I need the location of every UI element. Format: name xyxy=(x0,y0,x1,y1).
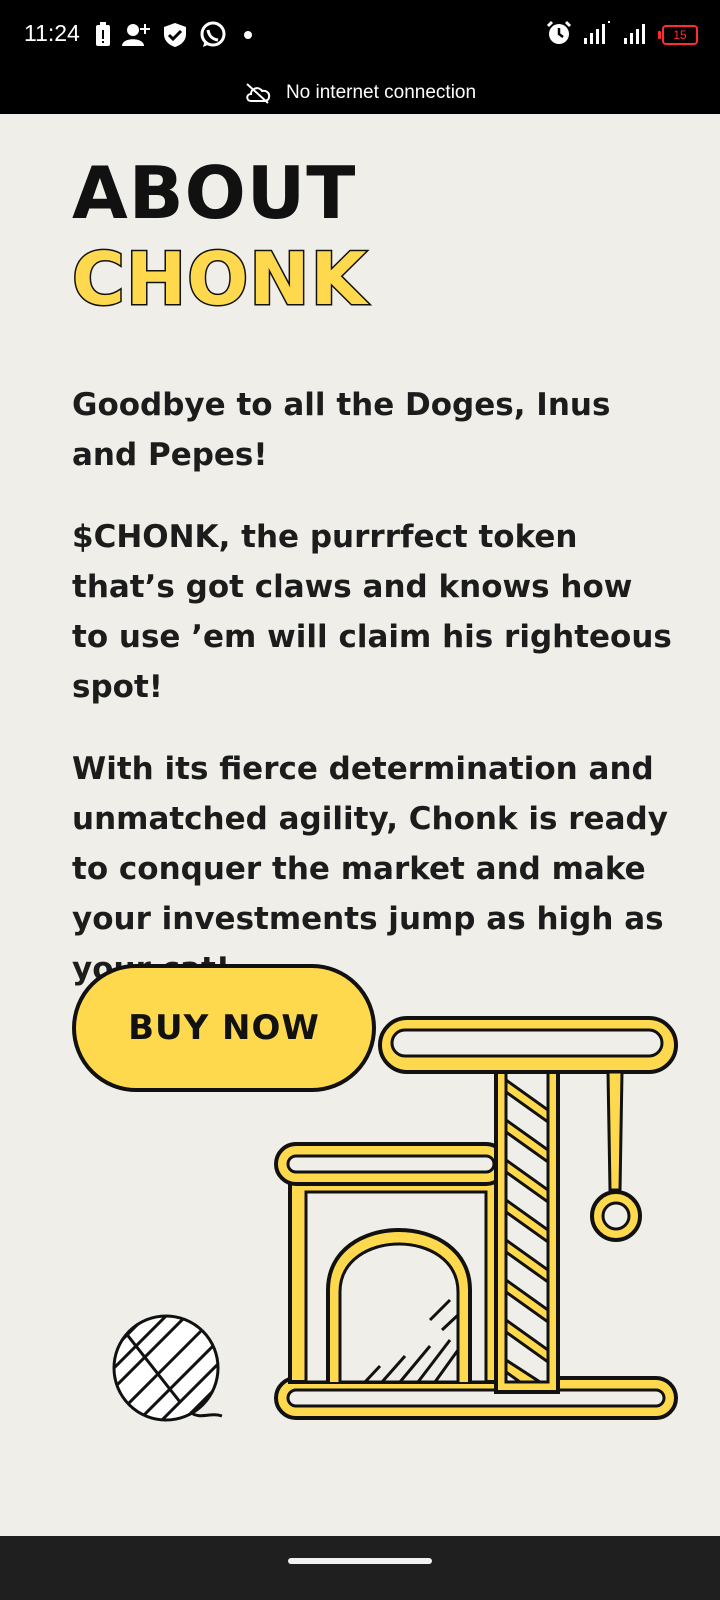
yarn-ball-illustration xyxy=(112,1314,223,1422)
battery-alert-icon xyxy=(94,22,112,52)
offline-text: No internet connection xyxy=(285,82,477,103)
offline-banner: No internet connection xyxy=(0,72,720,114)
status-time: 11:24 xyxy=(24,20,80,46)
dot-icon xyxy=(238,25,258,49)
home-gesture-handle[interactable] xyxy=(288,1558,432,1564)
signal-icon xyxy=(622,21,652,49)
paragraph-3: With its fierce determination and unmatc… xyxy=(72,751,668,987)
add-user-icon xyxy=(122,22,152,52)
page-title: ABOUT CHONK xyxy=(70,150,672,323)
paragraph-1: Goodbye to all the Doges, Inus and Pepes… xyxy=(72,387,611,473)
shield-icon xyxy=(162,22,188,52)
status-right-icons: 15 xyxy=(546,20,698,50)
cloud-off-icon xyxy=(244,82,272,104)
status-bar: 11:24 15 xyxy=(0,0,720,72)
cat-tree-illustration xyxy=(274,1016,678,1420)
status-left-icons xyxy=(94,20,258,54)
about-section: ABOUT CHONK Goodbye to all the Doges, In… xyxy=(70,150,672,1026)
paragraph-2: $CHONK, the purrrfect token that’s got c… xyxy=(72,519,672,705)
signal-icon xyxy=(582,21,612,49)
alarm-icon xyxy=(546,20,572,50)
title-chonk: CHONK xyxy=(70,236,368,323)
whatsapp-icon xyxy=(198,20,228,54)
title-about: ABOUT xyxy=(72,151,357,235)
navigation-bar xyxy=(0,1536,720,1600)
battery-indicator: 15 xyxy=(658,25,698,45)
